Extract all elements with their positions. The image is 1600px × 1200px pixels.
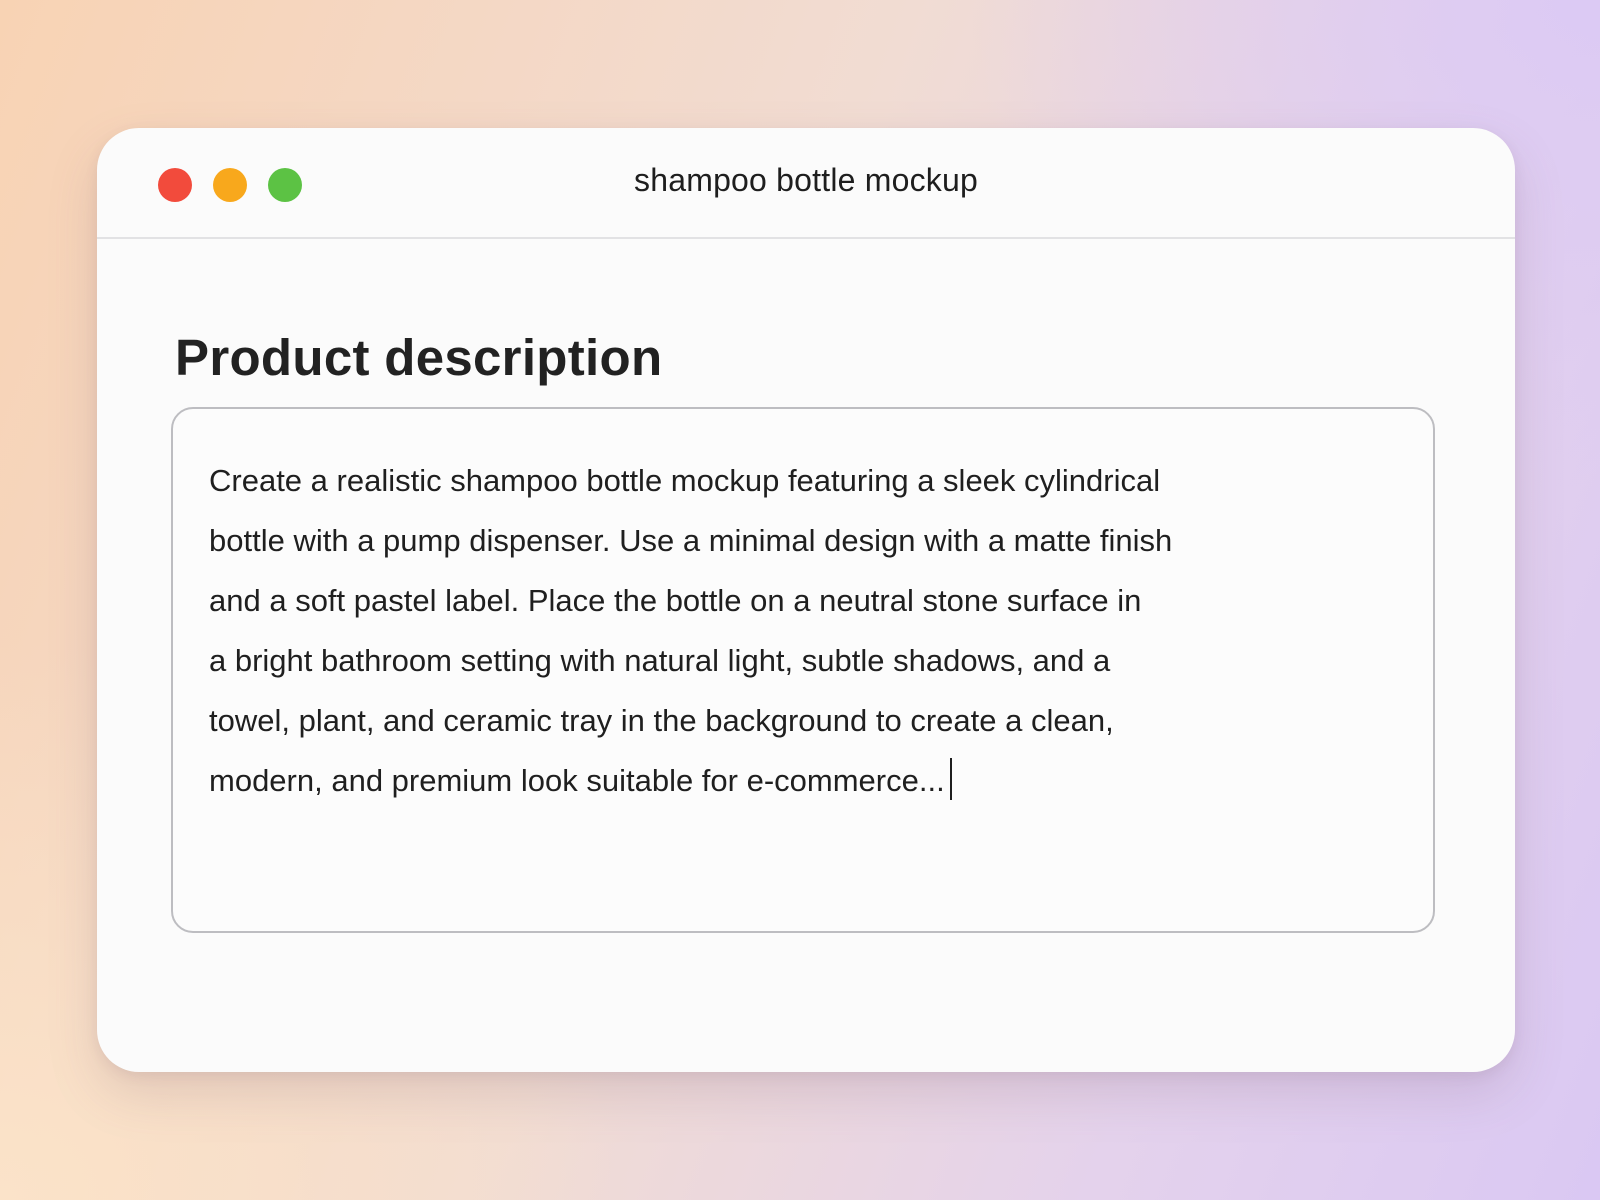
main-content: Product description Create a realistic s…: [97, 239, 1515, 1072]
text-cursor: [949, 758, 952, 800]
description-text: Create a realistic shampoo bottle mockup…: [209, 451, 1397, 811]
title-bar: shampoo bottle mockup: [97, 128, 1515, 239]
app-window: shampoo bottle mockup Product descriptio…: [97, 128, 1515, 1072]
window-title: shampoo bottle mockup: [634, 162, 978, 198]
description-value: Create a realistic shampoo bottle mockup…: [209, 463, 1173, 798]
section-heading: Product description: [175, 329, 663, 386]
description-textarea[interactable]: Create a realistic shampoo bottle mockup…: [171, 407, 1435, 933]
